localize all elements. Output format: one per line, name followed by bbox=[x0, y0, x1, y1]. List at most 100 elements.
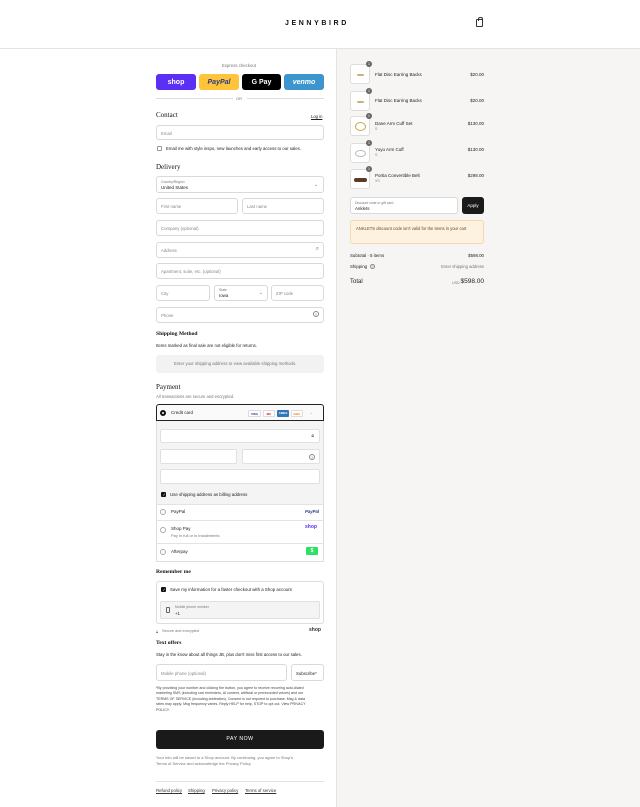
quantity-badge: 1 bbox=[366, 113, 372, 119]
final-sale-note: Items marked as final sale are not eligi… bbox=[156, 343, 258, 348]
discount-error-text: ANKLETS discount code isn't valid for th… bbox=[356, 226, 467, 231]
product-thumbnail bbox=[350, 91, 370, 111]
chevron-down-icon: ⌄ bbox=[258, 290, 263, 296]
billing-same-checkbox[interactable] bbox=[161, 492, 166, 497]
country-value: United States bbox=[161, 185, 189, 190]
shop-account-note: Your info will be saved to a Shop accoun… bbox=[156, 755, 293, 767]
save-info-checkbox[interactable] bbox=[161, 587, 166, 592]
paypal-logo: PayPal bbox=[305, 509, 320, 514]
last-name-field[interactable]: Last name bbox=[242, 198, 324, 214]
discount-value: Anklets bbox=[355, 206, 370, 211]
item-variant: XS bbox=[375, 179, 380, 183]
security-code-field[interactable]: ? bbox=[242, 449, 320, 464]
afterpay-radio[interactable] bbox=[160, 549, 166, 555]
first-name-placeholder: First name bbox=[161, 204, 182, 209]
discount-error-banner: ANKLETS discount code isn't valid for th… bbox=[350, 220, 484, 244]
payment-heading: Payment bbox=[156, 383, 181, 391]
apply-discount-button[interactable]: Apply bbox=[462, 197, 484, 214]
shipping-label: Shipping bbox=[350, 264, 368, 269]
item-price: $130.00 bbox=[467, 121, 484, 126]
paypal-express-button[interactable]: PayPal bbox=[199, 74, 239, 90]
discount-code-field[interactable]: Discount code or gift card Anklets bbox=[350, 197, 458, 214]
sms-phone-placeholder: Mobile phone (optional) bbox=[161, 671, 206, 676]
mobile-prefix: +1 bbox=[175, 611, 180, 616]
last-name-placeholder: Last name bbox=[247, 204, 268, 209]
total-label: Total bbox=[350, 279, 363, 285]
brand-logo[interactable]: JENNYBIRD bbox=[285, 20, 349, 27]
address-field[interactable]: Address ⌕ bbox=[156, 242, 324, 258]
help-icon[interactable]: ? bbox=[370, 264, 375, 269]
newsletter-label: Email me with style inspo, new launches … bbox=[166, 146, 301, 151]
earring-back-image bbox=[357, 101, 364, 103]
country-label: Country/Region bbox=[161, 180, 185, 184]
item-variant: S bbox=[375, 153, 378, 157]
city-placeholder: City bbox=[161, 291, 169, 296]
item-price: $130.00 bbox=[467, 147, 484, 152]
phone-field[interactable]: Phone ? bbox=[156, 307, 324, 323]
city-field[interactable]: City bbox=[156, 285, 210, 301]
shop-pay-express-button[interactable]: shop bbox=[156, 74, 196, 90]
email-field[interactable]: Email bbox=[156, 125, 324, 140]
venmo-express-button[interactable]: venmo bbox=[284, 74, 324, 90]
card-number-field[interactable]: 🔒︎ bbox=[160, 429, 320, 443]
legal-line: POLICY. bbox=[156, 707, 170, 712]
cuff-image bbox=[355, 122, 366, 131]
login-link[interactable]: Log in bbox=[311, 114, 322, 119]
mobile-number-field[interactable]: Mobile phone number +1 bbox=[160, 601, 320, 619]
mobile-number-label: Mobile phone number bbox=[175, 605, 209, 609]
lock-icon: 🔒︎ bbox=[311, 433, 314, 439]
quantity-badge: 1 bbox=[366, 166, 372, 172]
quantity-badge: 1 bbox=[366, 61, 372, 67]
help-icon[interactable]: ? bbox=[313, 311, 319, 317]
google-pay-express-button[interactable]: G Pay bbox=[242, 74, 281, 90]
privacy-policy-link[interactable]: Privacy policy bbox=[212, 788, 238, 793]
product-thumbnail bbox=[350, 143, 370, 163]
credit-card-radio[interactable] bbox=[160, 410, 166, 416]
cuff-image bbox=[355, 150, 366, 157]
state-value: Iowa bbox=[219, 293, 229, 298]
search-icon: ⌕ bbox=[315, 246, 319, 252]
or-divider-label: OR bbox=[236, 96, 242, 101]
zip-field[interactable]: ZIP code bbox=[271, 285, 324, 301]
divider bbox=[156, 520, 324, 521]
refund-policy-link[interactable]: Refund policy bbox=[156, 788, 182, 793]
legal-line: rates may apply. Msg frequency varies. R… bbox=[156, 702, 306, 707]
save-info-label: Save my information for a faster checkou… bbox=[170, 587, 292, 592]
subscribe-button[interactable]: Subscribe* bbox=[291, 664, 324, 681]
name-on-card-field[interactable] bbox=[160, 469, 320, 484]
item-name: Flat Disc Earring Backs bbox=[375, 72, 422, 77]
text-offers-heading: Text offers bbox=[156, 640, 182, 646]
divider bbox=[156, 98, 233, 99]
apartment-field[interactable]: Apartment, suite, etc. (optional) bbox=[156, 263, 324, 279]
shop-pay-sublabel: Pay in full or in installments bbox=[171, 533, 220, 538]
product-thumbnail bbox=[350, 169, 370, 189]
billing-same-label: Use shipping address as billing address bbox=[170, 492, 248, 497]
shop-pay-logo: shop bbox=[305, 524, 317, 530]
shipping-method-heading: Shipping Method bbox=[156, 331, 198, 337]
shipping-link[interactable]: Shipping bbox=[188, 788, 205, 793]
sms-phone-field[interactable]: Mobile phone (optional) bbox=[156, 664, 287, 681]
product-thumbnail bbox=[350, 116, 370, 136]
terms-of-service-link[interactable]: Terms of service bbox=[245, 788, 276, 793]
help-icon[interactable]: ? bbox=[309, 454, 315, 460]
shop-pay-radio[interactable] bbox=[160, 527, 166, 533]
belt-image bbox=[354, 178, 367, 182]
zip-placeholder: ZIP code bbox=[276, 291, 294, 296]
amex-icon: AMEX bbox=[277, 410, 289, 417]
remember-me-heading: Remember me bbox=[156, 569, 191, 575]
company-placeholder: Company (optional) bbox=[161, 226, 199, 231]
company-field[interactable]: Company (optional) bbox=[156, 220, 324, 236]
item-name: Portia Convertible Belt bbox=[375, 173, 420, 178]
first-name-field[interactable]: First name bbox=[156, 198, 238, 214]
state-select[interactable]: State Iowa ⌄ bbox=[214, 285, 268, 301]
afterpay-label: Afterpay bbox=[171, 549, 188, 554]
subtotal-value: $598.00 bbox=[468, 253, 484, 258]
phone-icon bbox=[166, 607, 170, 613]
country-select[interactable]: Country/Region United States ⌄ bbox=[156, 176, 324, 193]
pay-now-button[interactable]: PAY NOW bbox=[156, 730, 324, 749]
newsletter-checkbox[interactable] bbox=[157, 146, 162, 151]
secure-label: Secure and encrypted bbox=[162, 629, 200, 633]
shopping-bag-icon[interactable] bbox=[476, 17, 483, 27]
paypal-radio[interactable] bbox=[160, 509, 166, 515]
expiration-field[interactable] bbox=[160, 449, 237, 464]
